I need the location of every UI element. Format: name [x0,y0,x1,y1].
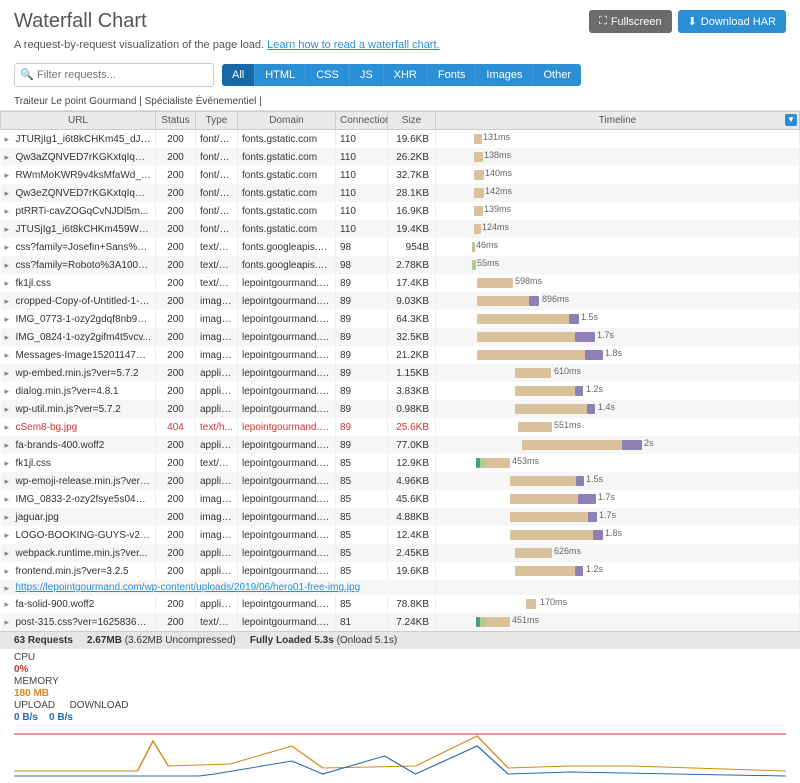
expand-icon[interactable]: ▸ [5,350,14,359]
expand-icon[interactable]: ▸ [5,476,14,485]
table-row[interactable]: ▸jaguar.jpg200image/...lepointgourmand.c… [1,508,800,526]
tab-all[interactable]: All [222,64,255,86]
table-row[interactable]: ▸IMG_0833-2-ozy2fsye5s04bq...200image/..… [1,490,800,508]
table-row[interactable]: ▸cropped-Copy-of-Untitled-1-1...200image… [1,292,800,310]
table-row[interactable]: ▸post-315.css?ver=1625836761200text/cssl… [1,613,800,631]
expand-icon[interactable]: ▸ [5,530,14,539]
download-har-button[interactable]: ⬇ Download HAR [678,10,786,33]
table-row[interactable]: ▸Messages-Image1520114787...200image/...… [1,346,800,364]
learn-link[interactable]: Learn how to read a waterfall chart. [267,39,439,51]
table-row[interactable]: ▸webpack.runtime.min.js?ver...200applic.… [1,544,800,562]
search-icon: 🔍 [20,68,34,81]
expand-icon[interactable]: ▸ [5,332,14,341]
expand-icon[interactable]: ▸ [5,278,14,287]
table-row[interactable]: ▸Qw3aZQNVED7rKGKxtqIqX5...200font/w...fo… [1,148,800,166]
table-row[interactable]: ▸JTUSjIg1_i6t8kCHKm459Wlh...200font/w...… [1,220,800,238]
expand-icon[interactable]: ▸ [5,512,14,521]
col-timeline[interactable]: Timeline▼ [436,112,800,130]
expand-icon[interactable]: ▸ [5,170,14,179]
table-row[interactable]: ▸wp-emoji-release.min.js?ver=...200appli… [1,472,800,490]
download-icon: ⬇ [688,15,697,28]
expand-icon[interactable]: ▸ [5,458,14,467]
table-row[interactable]: ▸fk1jl.css200text/csslepointgourmand.com… [1,454,800,472]
fullscreen-icon: ⛶ [599,15,607,28]
tab-js[interactable]: JS [350,64,384,86]
expand-icon[interactable]: ▸ [5,224,14,233]
tab-other[interactable]: Other [533,64,581,86]
table-row[interactable]: ▸wp-util.min.js?ver=5.7.2200applic...lep… [1,400,800,418]
col-domain[interactable]: Domain [238,112,336,130]
expand-icon[interactable]: ▸ [5,566,14,575]
tab-xhr[interactable]: XHR [384,64,428,86]
page-title: Waterfall Chart [14,10,147,33]
table-row[interactable]: ▸JTURjIg1_i6t8kCHKm45_dJE...200font/w...… [1,130,800,149]
filter-input[interactable] [14,63,214,87]
expand-icon[interactable]: ▸ [5,422,14,431]
col-url[interactable]: URL [1,112,156,130]
table-row[interactable]: ▸fa-brands-400.woff2200applic...lepointg… [1,436,800,454]
metrics-panel: CPU 0% MEMORY 180 MB UPLOAD DOWNLOAD 0 B… [0,649,800,783]
table-row[interactable]: ▸css?family=Roboto%3A100%...200text/cssf… [1,256,800,274]
breadcrumb: Traiteur Le point Gourmand | Spécialiste… [0,93,800,110]
table-row[interactable]: ▸IMG_0824-1-ozy2gifm4t5vcv...200image/..… [1,328,800,346]
table-row[interactable]: ▸css?family=Josefin+Sans%3...200text/css… [1,238,800,256]
table-row[interactable]: ▸https://lepointgourmand.com/wp-content/… [1,580,800,595]
expand-icon[interactable]: ▸ [5,617,14,626]
table-row[interactable]: ▸dialog.min.js?ver=4.8.1200applic...lepo… [1,382,800,400]
table-row[interactable]: ▸fa-solid-900.woff2200applic...lepointgo… [1,595,800,613]
table-row[interactable]: ▸frontend.min.js?ver=3.2.5200applic...le… [1,562,800,580]
expand-icon[interactable]: ▸ [5,386,14,395]
tab-images[interactable]: Images [476,64,533,86]
tab-fonts[interactable]: Fonts [428,64,477,86]
table-row[interactable]: ▸ptRRTi-cavZOGqCvNJDl5m...200font/w...fo… [1,202,800,220]
expand-icon[interactable]: ▸ [5,583,14,592]
expand-icon[interactable]: ▸ [5,314,14,323]
col-type[interactable]: Type [196,112,238,130]
expand-icon[interactable]: ▸ [5,599,14,608]
expand-icon[interactable]: ▸ [5,440,14,449]
col-status[interactable]: Status [156,112,196,130]
expand-icon[interactable]: ▸ [5,296,14,305]
subtitle: A request-by-request visualization of th… [0,39,800,63]
table-row[interactable]: ▸LOGO-BOOKING-GUYS-v2.png200image/...lep… [1,526,800,544]
expand-icon[interactable]: ▸ [5,494,14,503]
chevron-down-icon[interactable]: ▼ [785,114,797,126]
expand-icon[interactable]: ▸ [5,368,14,377]
expand-icon[interactable]: ▸ [5,206,14,215]
tab-html[interactable]: HTML [255,64,306,86]
expand-icon[interactable]: ▸ [5,548,14,557]
expand-icon[interactable]: ▸ [5,152,14,161]
fullscreen-button[interactable]: ⛶ Fullscreen [589,10,671,33]
table-row[interactable]: ▸RWmMoKWR9v4ksMfaWd_J...200font/w...font… [1,166,800,184]
expand-icon[interactable]: ▸ [5,242,14,251]
waterfall-table: URL Status Type Domain Connection Size T… [0,111,800,631]
tab-css[interactable]: CSS [306,64,350,86]
expand-icon[interactable]: ▸ [5,260,14,269]
expand-icon[interactable]: ▸ [5,134,14,143]
expand-icon[interactable]: ▸ [5,404,14,413]
filter-tabs: AllHTMLCSSJSXHRFontsImagesOther [222,64,581,86]
table-row[interactable]: ▸IMG_0773-1-ozy2gdqf8nb9b...200image/...… [1,310,800,328]
metrics-graph [14,725,786,777]
table-row[interactable]: ▸cSem8-bg.jpg404text/h...lepointgourmand… [1,418,800,436]
table-row[interactable]: ▸Qw3eZQNVED7rKGKxtqIqX5...200font/w...fo… [1,184,800,202]
col-size[interactable]: Size [388,112,436,130]
table-row[interactable]: ▸fk1jl.css200text/csslepointgourmand.com… [1,274,800,292]
expand-icon[interactable]: ▸ [5,188,14,197]
summary-bar: 63 Requests 2.67MB (3.62MB Uncompressed)… [0,631,800,649]
table-row[interactable]: ▸wp-embed.min.js?ver=5.7.2200applic...le… [1,364,800,382]
col-connection[interactable]: Connection [336,112,388,130]
